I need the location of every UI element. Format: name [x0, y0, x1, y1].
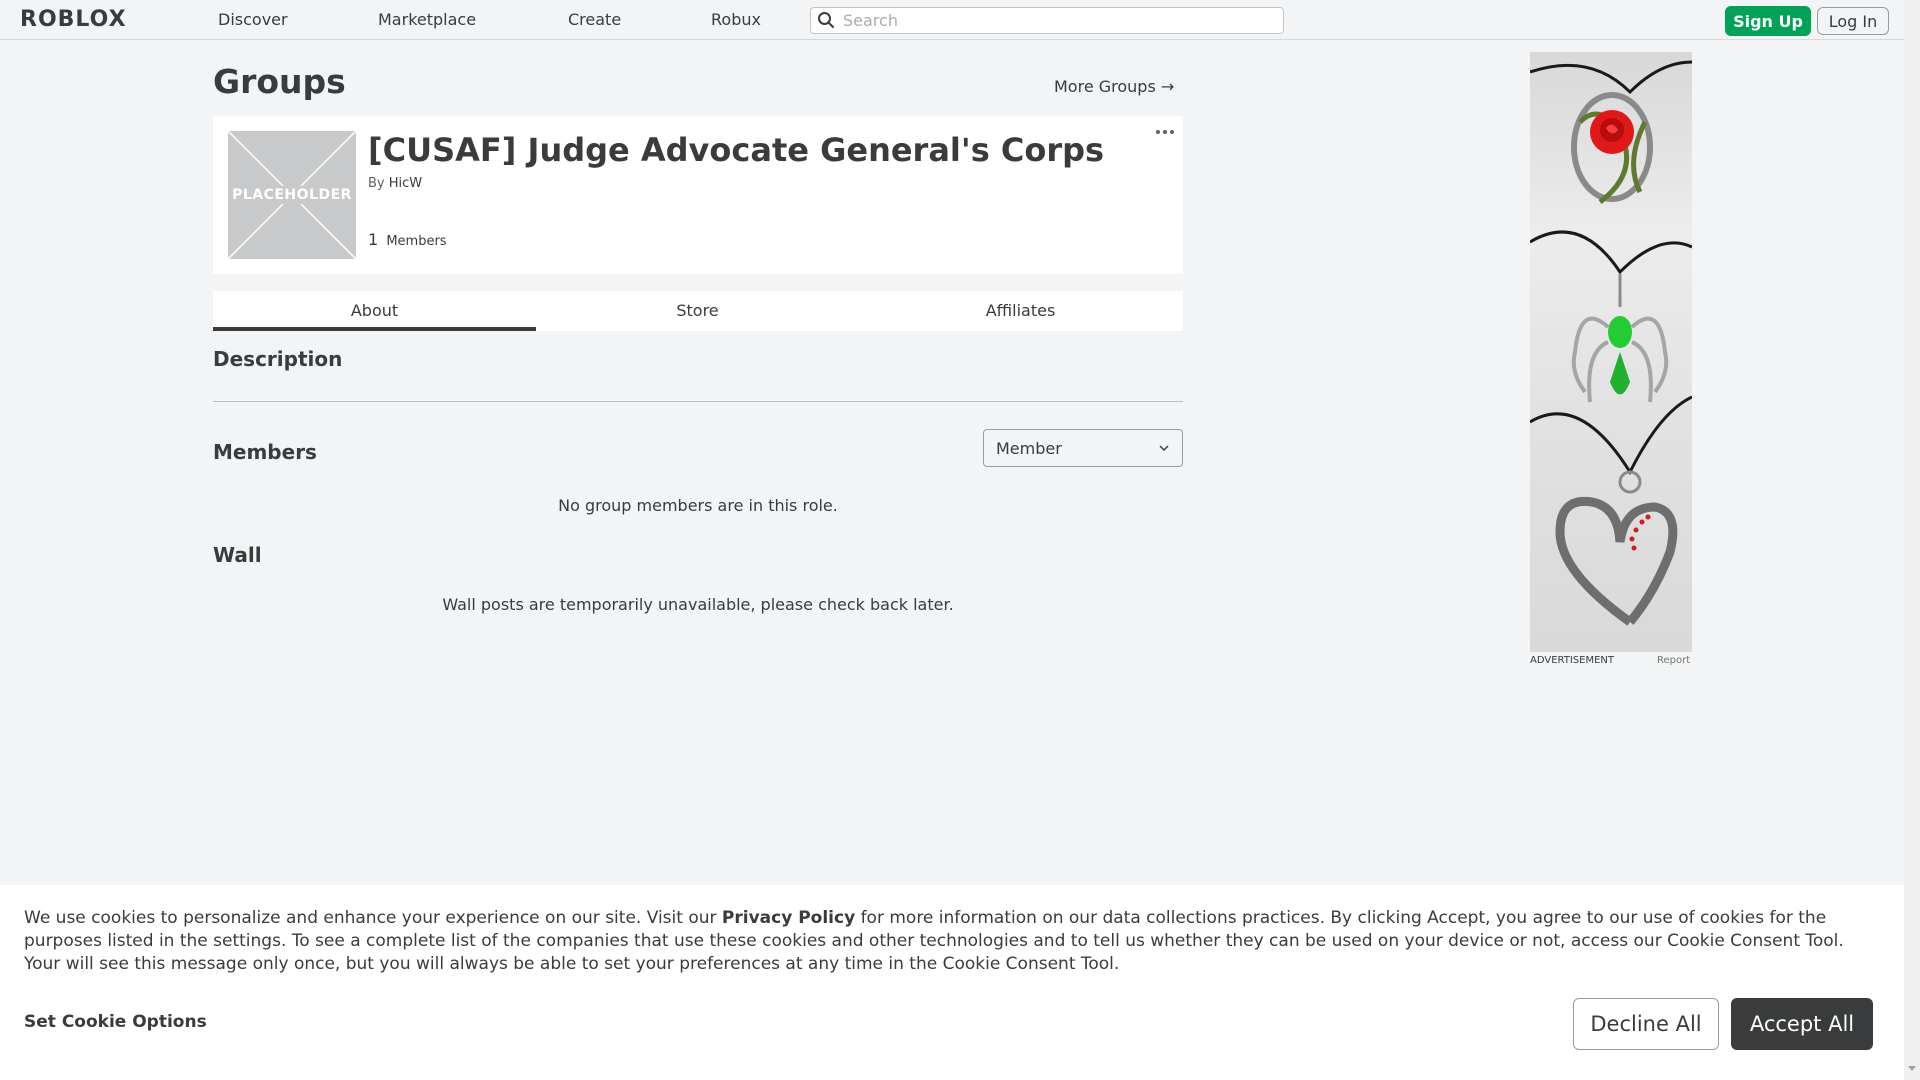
ad-report-link[interactable]: Report — [1657, 655, 1690, 666]
members-empty-message: No group members are in this role. — [558, 496, 838, 515]
role-select-value: Member — [996, 439, 1062, 458]
set-cookie-options-link[interactable]: Set Cookie Options — [24, 1012, 207, 1032]
top-navigation-bar: ROBLOX Discover Marketplace Create Robux… — [0, 0, 1920, 40]
group-owner-line: By HicW — [368, 176, 422, 191]
wall-heading: Wall — [213, 543, 262, 567]
nav-link-marketplace[interactable]: Marketplace — [378, 10, 476, 29]
more-groups-link[interactable]: More Groups → — [1054, 77, 1174, 96]
members-heading: Members — [213, 440, 317, 464]
member-count-value: 1 — [368, 230, 379, 249]
page-title: Groups — [213, 62, 346, 101]
group-name: [CUSAF] Judge Advocate General's Corps — [368, 131, 1105, 169]
description-heading: Description — [213, 347, 343, 371]
search-icon — [818, 12, 834, 28]
tab-store[interactable]: Store — [536, 291, 859, 331]
tab-about[interactable]: About — [213, 291, 536, 331]
page-scrollbar[interactable] — [1904, 0, 1920, 1080]
cookie-consent-text: We use cookies to personalize and enhanc… — [24, 907, 1884, 976]
nav-link-discover[interactable]: Discover — [218, 10, 288, 29]
log-in-button[interactable]: Log In — [1817, 7, 1889, 35]
search-box[interactable] — [810, 7, 1284, 34]
nav-link-robux[interactable]: Robux — [711, 10, 761, 29]
advertisement-label: ADVERTISEMENT — [1530, 655, 1615, 666]
owner-link[interactable]: HicW — [389, 176, 422, 191]
cookie-consent-banner: We use cookies to personalize and enhanc… — [0, 885, 1904, 1080]
group-emblem-placeholder: PLACEHOLDER — [228, 131, 356, 259]
cookie-text-intro: We use cookies to personalize and enhanc… — [24, 908, 722, 928]
member-count-label: Members — [386, 234, 447, 249]
more-options-icon[interactable] — [1153, 124, 1177, 140]
placeholder-label: PLACEHOLDER — [228, 186, 356, 204]
sign-up-button[interactable]: Sign Up — [1725, 6, 1811, 36]
group-tabs: About Store Affiliates — [213, 291, 1183, 331]
accept-all-button[interactable]: Accept All — [1731, 998, 1873, 1050]
section-divider — [213, 401, 1183, 402]
necklace-ad-graphic — [1530, 60, 1692, 626]
owner-by-label: By — [368, 176, 385, 191]
decline-all-button[interactable]: Decline All — [1573, 998, 1719, 1050]
tab-affiliates[interactable]: Affiliates — [859, 291, 1182, 331]
chevron-down-icon — [1159, 445, 1169, 452]
roblox-logo[interactable]: ROBLOX — [20, 7, 127, 32]
group-member-count: 1 Members — [368, 230, 447, 249]
group-header-card: PLACEHOLDER [CUSAF] Judge Advocate Gener… — [213, 116, 1183, 274]
search-input[interactable] — [843, 8, 1273, 33]
nav-link-create[interactable]: Create — [568, 10, 621, 29]
advertisement-image[interactable] — [1530, 52, 1692, 652]
scroll-down-arrow-icon[interactable] — [1908, 1066, 1916, 1071]
privacy-policy-link[interactable]: Privacy Policy — [722, 908, 855, 928]
wall-unavailable-message: Wall posts are temporarily unavailable, … — [442, 595, 954, 614]
role-select-dropdown[interactable]: Member — [983, 429, 1183, 467]
